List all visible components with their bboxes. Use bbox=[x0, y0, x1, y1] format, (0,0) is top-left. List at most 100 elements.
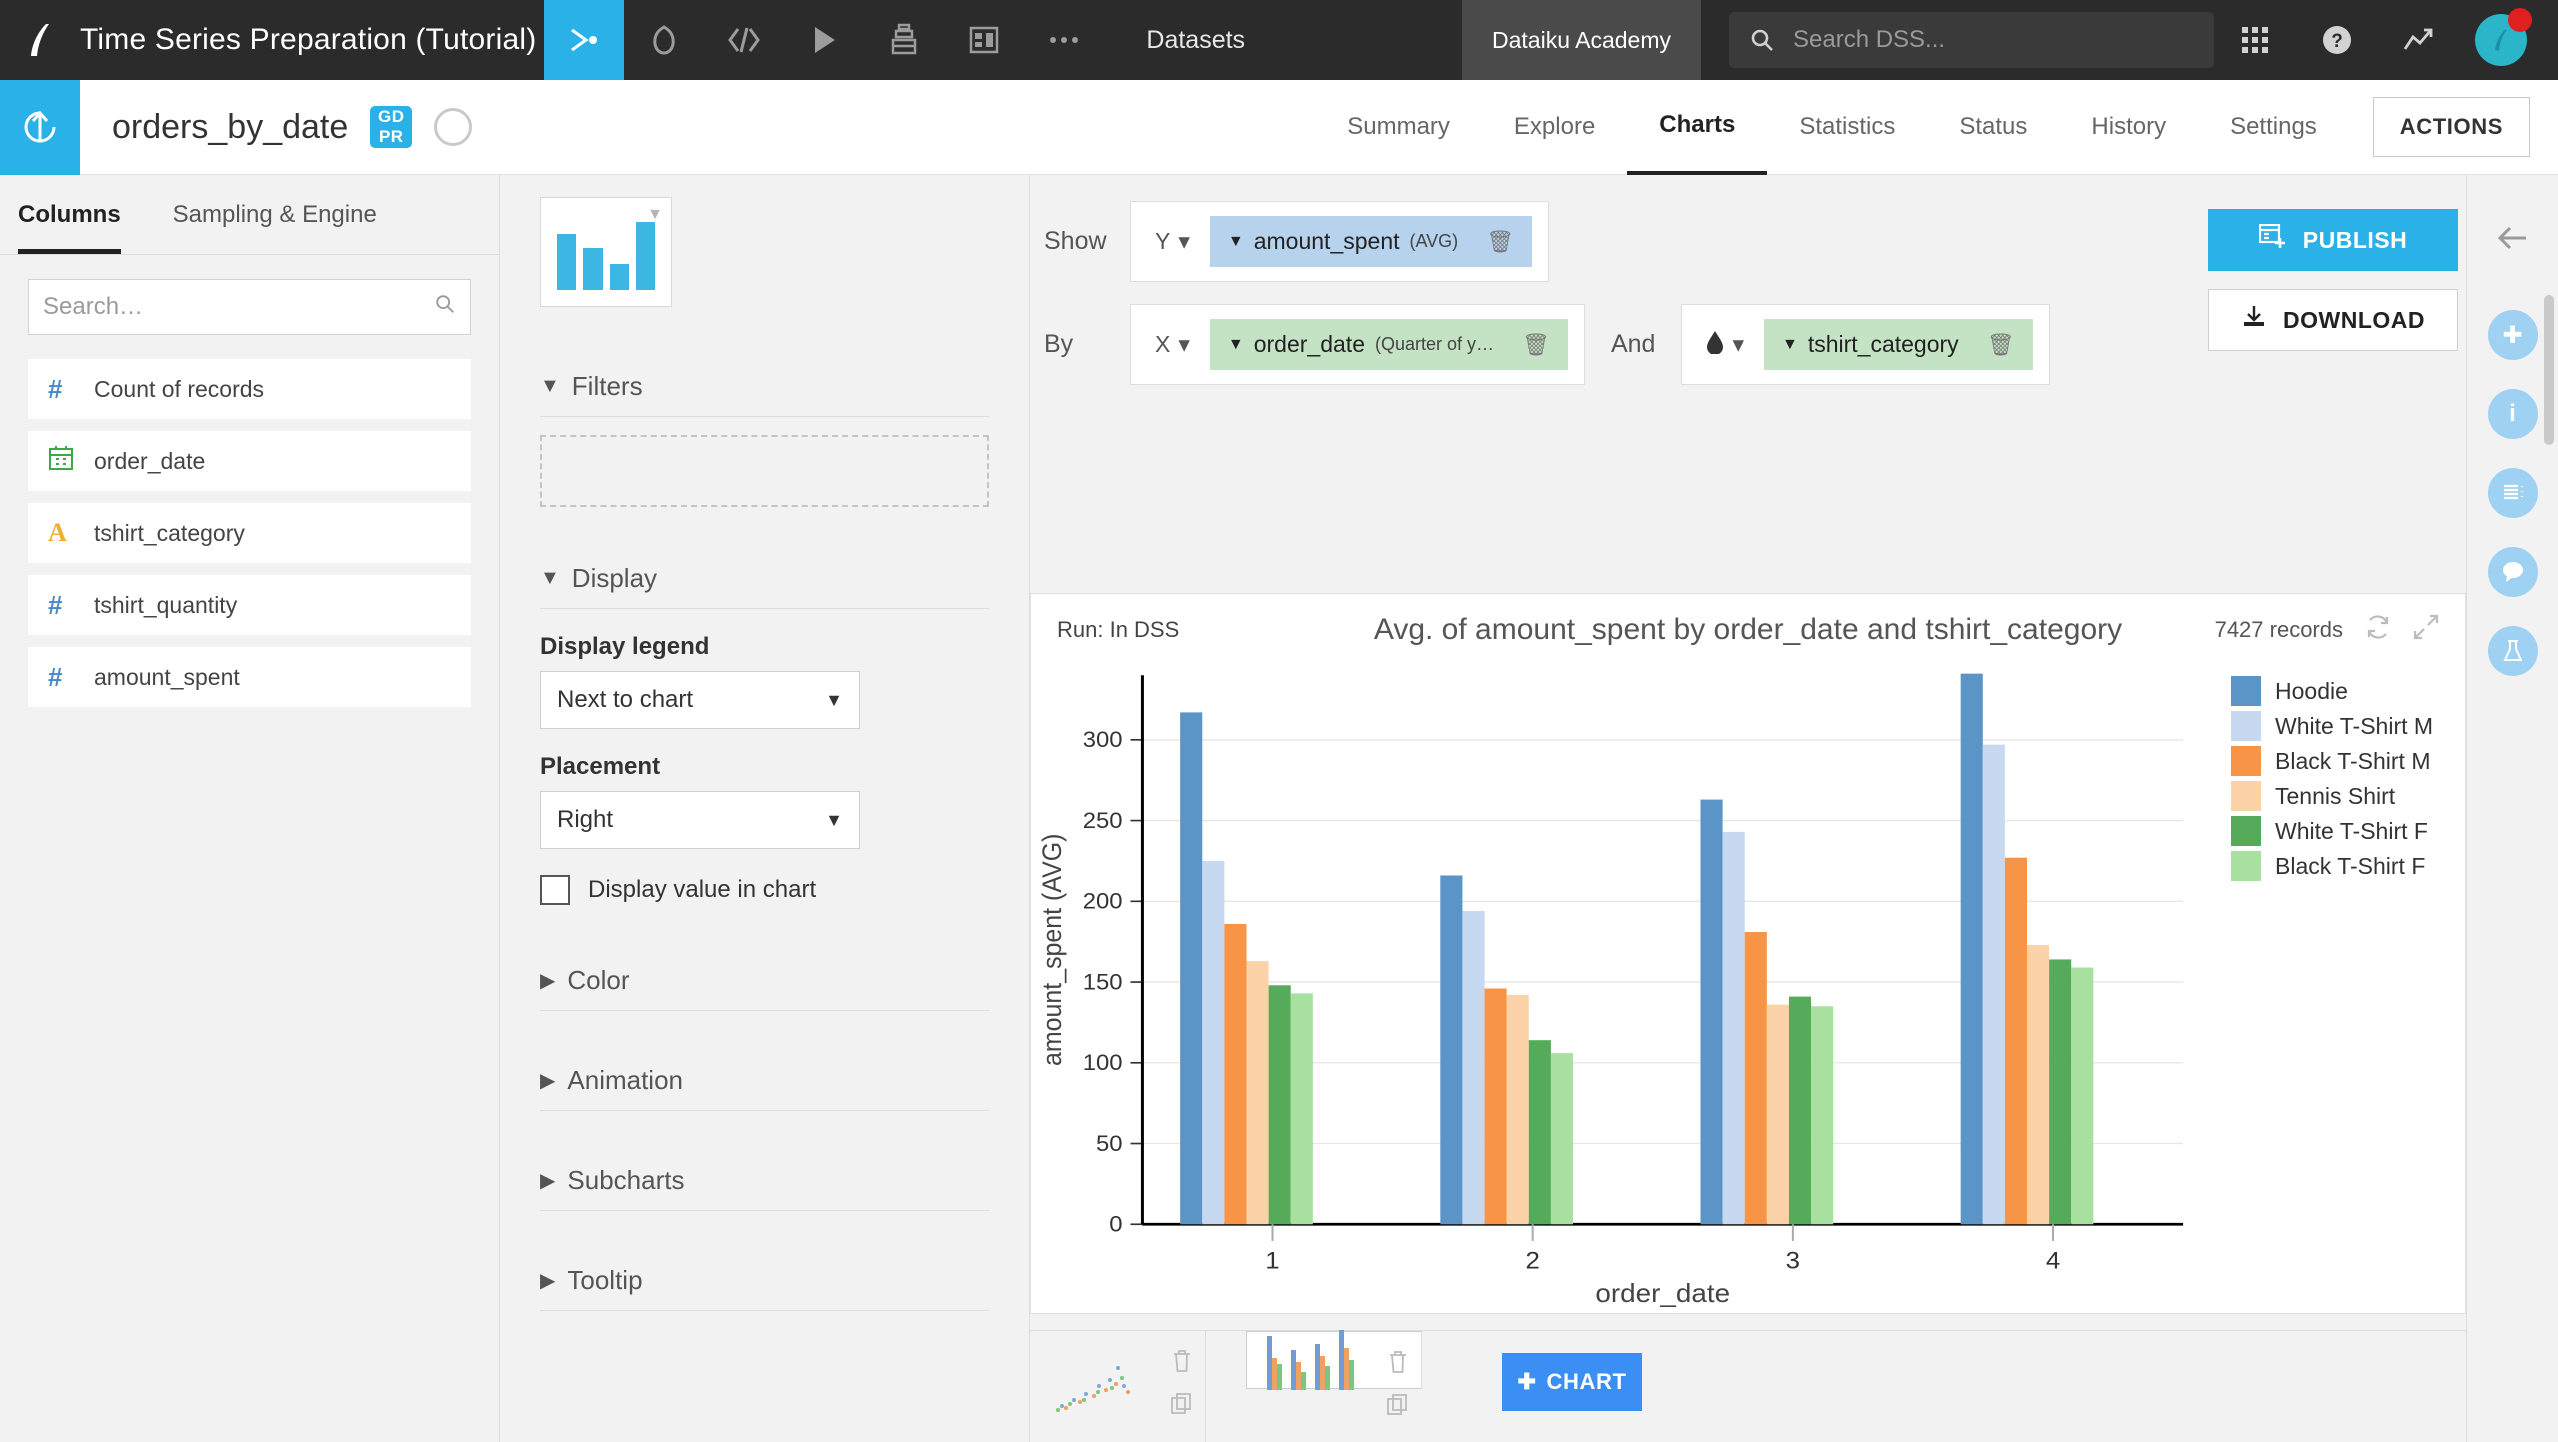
tab-charts[interactable]: Charts bbox=[1627, 80, 1768, 175]
compass-icon[interactable] bbox=[434, 108, 473, 146]
list-item[interactable]: # amount_spent bbox=[28, 647, 471, 707]
trash-icon[interactable] bbox=[1171, 1349, 1193, 1379]
filters-dropzone[interactable] bbox=[540, 435, 989, 507]
color-axis-selector[interactable]: ▾ bbox=[1698, 330, 1752, 360]
tab-statistics[interactable]: Statistics bbox=[1767, 80, 1927, 175]
section-animation[interactable]: ▶ Animation bbox=[540, 1047, 989, 1111]
notebooks-icon[interactable] bbox=[864, 0, 944, 80]
section-display[interactable]: ▼ Display bbox=[540, 545, 989, 609]
display-legend-value: Next to chart bbox=[557, 686, 694, 713]
chevron-left-icon[interactable] bbox=[2467, 195, 2558, 281]
tab-sampling-engine[interactable]: Sampling & Engine bbox=[173, 175, 377, 254]
search-input[interactable]: Search DSS... bbox=[1729, 12, 2214, 68]
actions-button[interactable]: ACTIONS bbox=[2372, 97, 2530, 157]
trash-icon[interactable] bbox=[1387, 1350, 1409, 1380]
lab-icon[interactable] bbox=[2487, 626, 2538, 676]
download-button[interactable]: DOWNLOAD bbox=[2208, 289, 2458, 351]
x-axis-selector[interactable]: X ▾ bbox=[1147, 331, 1198, 358]
jobs-icon[interactable] bbox=[784, 0, 864, 80]
tab-status[interactable]: Status bbox=[1927, 80, 2059, 175]
add-chart-button[interactable]: ✚ CHART bbox=[1502, 1353, 1642, 1411]
legend-label: White T-Shirt F bbox=[2275, 817, 2428, 844]
gdpr-badge: GD PR bbox=[370, 106, 413, 148]
color-field-pill[interactable]: ▼ tshirt_category 🗑 bbox=[1763, 319, 2033, 370]
chart-type-selector[interactable]: ▼ bbox=[540, 197, 672, 307]
section-tooltip[interactable]: ▶ Tooltip bbox=[540, 1247, 989, 1311]
discussion-icon[interactable] bbox=[2487, 547, 2538, 597]
help-icon[interactable]: ? bbox=[2296, 0, 2378, 80]
info-icon[interactable]: i bbox=[2487, 389, 2538, 439]
legend-swatch bbox=[2231, 676, 2261, 706]
columns-search-placeholder: Search… bbox=[43, 293, 144, 320]
legend-item: Black T-Shirt F bbox=[2231, 851, 2465, 881]
trash-icon[interactable]: 🗑 bbox=[1987, 332, 2015, 358]
x-dropzone[interactable]: X ▾ ▼ order_date (Quarter of y… 🗑 bbox=[1130, 304, 1585, 385]
x-axis-label: X bbox=[1155, 331, 1171, 357]
x-field-name: order_date bbox=[1253, 331, 1365, 357]
dataset-header: orders_by_date GD PR Summary Explore Cha… bbox=[0, 79, 2558, 175]
academy-link[interactable]: Dataiku Academy bbox=[1462, 0, 1701, 80]
legend-swatch bbox=[2231, 746, 2261, 776]
trash-icon[interactable]: 🗑 bbox=[1486, 229, 1514, 255]
flow-icon[interactable] bbox=[544, 0, 625, 80]
list-item[interactable]: A tshirt_category bbox=[28, 503, 471, 563]
y-dropzone[interactable]: Y ▾ ▼ amount_spent (AVG) 🗑 bbox=[1130, 201, 1550, 282]
section-label: Subcharts bbox=[567, 1165, 685, 1195]
nav-datasets-link[interactable]: Datasets bbox=[1104, 26, 1287, 55]
section-label: Tooltip bbox=[567, 1265, 643, 1295]
display-legend-select[interactable]: Next to chart ▼ bbox=[540, 671, 860, 729]
details-icon[interactable] bbox=[2487, 468, 2538, 518]
grid-apps-icon[interactable] bbox=[2214, 0, 2296, 80]
more-icon[interactable] bbox=[1024, 0, 1104, 80]
tab-history[interactable]: History bbox=[2059, 80, 2198, 175]
tab-summary[interactable]: Summary bbox=[1315, 80, 1482, 175]
color-field-name: tshirt_category bbox=[1807, 331, 1959, 357]
upload-arrow-icon[interactable] bbox=[0, 79, 80, 175]
color-dropzone[interactable]: ▾ ▼ tshirt_category 🗑 bbox=[1681, 304, 2050, 385]
scrollbar-vertical[interactable] bbox=[2544, 295, 2554, 445]
section-filters[interactable]: ▼ Filters bbox=[540, 353, 989, 417]
plus-circle-icon[interactable]: ✚ bbox=[2487, 310, 2538, 360]
show-label: Show bbox=[1044, 227, 1107, 255]
list-item[interactable]: # Count of records bbox=[28, 359, 471, 419]
dataiku-logo-icon[interactable] bbox=[0, 0, 80, 80]
refresh-icon[interactable] bbox=[2365, 614, 2391, 647]
section-color[interactable]: ▶ Color bbox=[540, 947, 989, 1011]
copy-icon[interactable] bbox=[1171, 1393, 1193, 1421]
avatar[interactable] bbox=[2460, 0, 2542, 80]
number-type-icon: # bbox=[48, 661, 63, 692]
tab-explore[interactable]: Explore bbox=[1482, 80, 1627, 175]
tab-columns[interactable]: Columns bbox=[18, 175, 121, 254]
copy-icon[interactable] bbox=[1387, 1394, 1409, 1422]
y-axis-selector[interactable]: Y ▾ bbox=[1147, 228, 1198, 255]
chart-options-panel: ▼ ▼ Filters ▼ Display Display legend Nex… bbox=[500, 175, 1030, 1442]
display-value-checkbox[interactable] bbox=[540, 875, 570, 905]
display-value-label: Display value in chart bbox=[588, 876, 817, 903]
expand-icon[interactable] bbox=[2413, 614, 2439, 647]
placement-value: Right bbox=[557, 806, 614, 833]
trash-icon[interactable]: 🗑 bbox=[1522, 332, 1550, 358]
svg-text:300: 300 bbox=[1083, 727, 1123, 752]
column-label: Count of records bbox=[94, 375, 265, 402]
tab-settings[interactable]: Settings bbox=[2198, 80, 2349, 175]
dashboards-icon[interactable] bbox=[944, 0, 1024, 80]
x-field-pill[interactable]: ▼ order_date (Quarter of y… 🗑 bbox=[1209, 319, 1568, 370]
y-field-pill[interactable]: ▼ amount_spent (AVG) 🗑 bbox=[1209, 216, 1533, 267]
chevron-right-icon: ▶ bbox=[540, 1170, 556, 1192]
svg-text:4: 4 bbox=[2046, 1247, 2061, 1274]
placement-select[interactable]: Right ▼ bbox=[540, 791, 860, 849]
chart-main-area: Show Y ▾ ▼ amount_spent (AVG) 🗑 By X ▾ ▼… bbox=[1030, 175, 2558, 1442]
list-item[interactable]: # tshirt_quantity bbox=[28, 575, 471, 635]
recipes-icon[interactable] bbox=[624, 0, 704, 80]
chart-thumbnail-bar[interactable] bbox=[1246, 1330, 1422, 1415]
code-icon[interactable] bbox=[704, 0, 784, 80]
date-icon bbox=[48, 445, 94, 478]
list-item[interactable]: order_date bbox=[28, 431, 471, 491]
columns-search-input[interactable]: Search… bbox=[28, 279, 471, 335]
publish-button[interactable]: PUBLISH bbox=[2208, 209, 2458, 271]
display-value-in-chart-row[interactable]: Display value in chart bbox=[540, 875, 989, 905]
trending-icon[interactable] bbox=[2378, 0, 2460, 80]
section-subcharts[interactable]: ▶ Subcharts bbox=[540, 1147, 989, 1211]
publish-icon bbox=[2258, 223, 2287, 256]
chart-thumbnail-scatter[interactable] bbox=[1030, 1331, 1206, 1442]
